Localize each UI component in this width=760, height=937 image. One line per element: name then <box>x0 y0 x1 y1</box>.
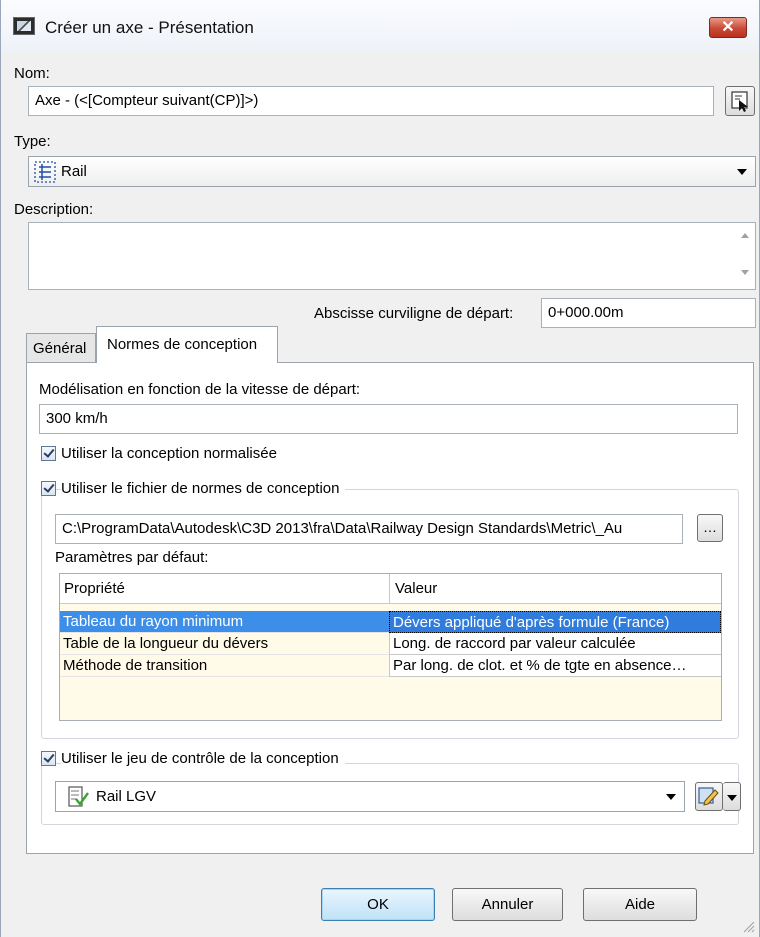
table-row[interactable]: Table de la longueur du dévers Long. de … <box>60 633 721 655</box>
use-criteria-design-checkbox[interactable] <box>41 446 56 461</box>
start-station-label: Abscisse curviligne de départ: <box>314 305 514 322</box>
use-criteria-file-checkbox[interactable] <box>41 481 56 496</box>
type-value: Rail <box>61 163 87 180</box>
chevron-down-icon <box>737 169 747 175</box>
chevron-down-icon <box>666 794 676 800</box>
scroll-down-arrow-icon[interactable] <box>741 270 749 275</box>
check-set-options-button[interactable] <box>723 782 741 811</box>
design-check-set-dropdown[interactable]: Rail LGV <box>55 781 685 812</box>
default-parameters-table: Propriété Valeur Tableau du rayon minimu… <box>59 573 722 721</box>
table-cell-property: Tableau du rayon minimum <box>60 611 389 633</box>
edit-check-set-button[interactable] <box>695 782 723 811</box>
use-design-check-set-checkbox[interactable] <box>41 751 56 766</box>
design-speed-input[interactable]: 300 km/h <box>39 404 738 434</box>
table-row[interactable]: Méthode de transition Par long. de clot.… <box>60 655 721 677</box>
description-label: Description: <box>14 201 94 218</box>
design-check-set-icon <box>68 786 89 807</box>
table-row[interactable]: Tableau du rayon minimum Dévers appliqué… <box>60 611 721 633</box>
table-cell-property: Méthode de transition <box>60 655 389 677</box>
resize-grip-icon[interactable] <box>741 919 755 933</box>
table-header: Propriété Valeur <box>60 574 721 604</box>
name-template-button[interactable] <box>725 86 755 116</box>
column-header-property[interactable]: Propriété <box>64 580 125 597</box>
help-button[interactable]: Aide <box>583 888 697 921</box>
design-check-set-value: Rail LGV <box>96 788 157 805</box>
create-alignment-dialog: Créer un axe - Présentation ✕ Nom: Axe -… <box>0 0 760 937</box>
type-dropdown[interactable]: Rail <box>28 156 756 187</box>
browse-file-button[interactable]: … <box>697 514 723 542</box>
tab-design-criteria[interactable]: Normes de conception <box>96 326 278 363</box>
cancel-button[interactable]: Annuler <box>452 888 563 921</box>
app-icon <box>13 17 35 35</box>
table-cell-property: Table de la longueur du dévers <box>60 633 389 655</box>
start-station-input[interactable]: 0+000.00m <box>541 298 756 328</box>
table-cell-value[interactable]: Dévers appliqué d'après formule (France) <box>389 611 721 633</box>
use-criteria-file-label: Utiliser le fichier de normes de concept… <box>61 480 346 497</box>
design-speed-label: Modélisation en fonction de la vitesse d… <box>39 381 361 398</box>
name-input[interactable]: Axe - (<[Compteur suivant(CP)]>) <box>28 86 714 116</box>
title-bar: Créer un axe - Présentation ✕ <box>1 0 759 52</box>
table-cell-value[interactable]: Par long. de clot. et % de tgte en absen… <box>389 655 721 677</box>
close-button[interactable]: ✕ <box>709 17 747 38</box>
table-cell-value[interactable]: Long. de raccord par valeur calculée <box>389 633 721 655</box>
ok-button[interactable]: OK <box>321 888 435 921</box>
rail-alignment-icon <box>34 161 56 183</box>
column-header-value[interactable]: Valeur <box>395 580 437 597</box>
scroll-up-arrow-icon[interactable] <box>741 233 749 238</box>
chevron-down-icon <box>727 795 737 801</box>
use-design-check-set-label: Utiliser le jeu de contrôle de la concep… <box>61 750 345 767</box>
name-label: Nom: <box>14 65 50 82</box>
type-label: Type: <box>14 133 51 150</box>
use-criteria-design-label: Utiliser la conception normalisée <box>61 445 277 462</box>
default-parameters-label: Paramètres par défaut: <box>55 549 209 566</box>
column-divider[interactable] <box>389 574 390 604</box>
edit-check-set-icon <box>698 787 719 806</box>
edit-name-template-icon <box>731 91 748 112</box>
criteria-file-path-input[interactable]: C:\ProgramData\Autodesk\C3D 2013\fra\Dat… <box>55 514 683 544</box>
window-title: Créer un axe - Présentation <box>45 18 254 37</box>
tab-general[interactable]: Général <box>26 333 96 362</box>
description-textarea[interactable] <box>28 222 756 290</box>
